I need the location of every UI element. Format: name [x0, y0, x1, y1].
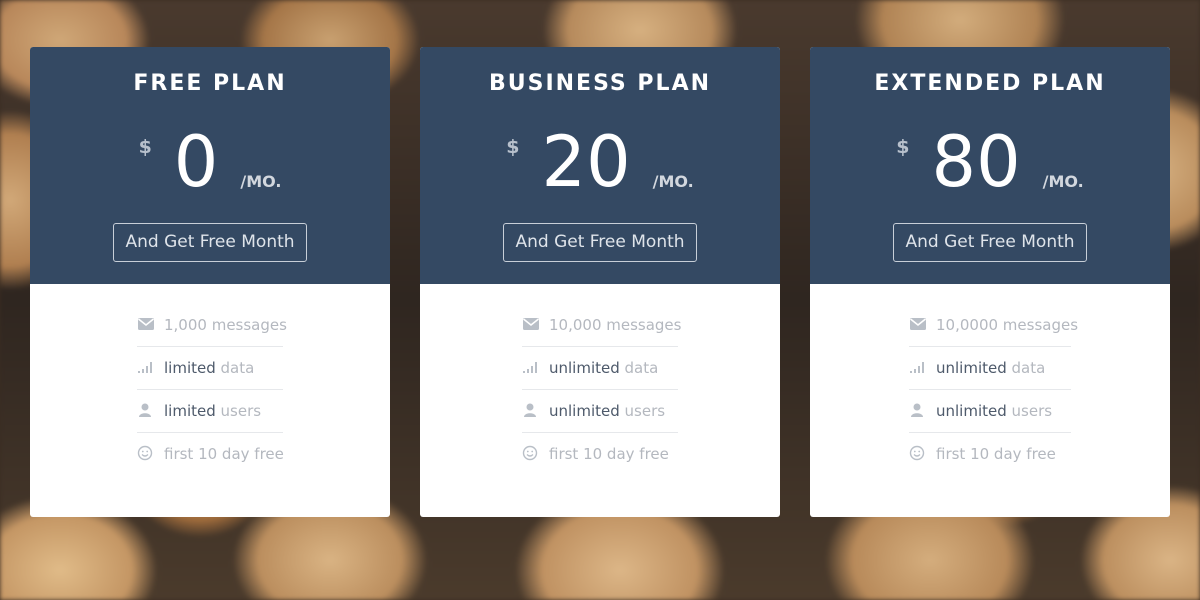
feature-text: data: [619, 359, 659, 377]
feature-highlight: unlimited: [936, 402, 1007, 420]
plan-name: EXTENDED PLAN: [874, 71, 1106, 96]
feature-trial: first 10 day free: [522, 433, 678, 475]
smiley-icon: [137, 445, 155, 461]
signal-bars-icon: [909, 359, 927, 375]
feature-list: 1,000 messages limited data limited user…: [137, 304, 287, 475]
envelope-icon: [909, 316, 927, 332]
feature-text: first 10 day free: [936, 445, 1056, 463]
user-icon: [522, 402, 540, 418]
price: $20/MO.: [420, 122, 780, 202]
user-icon: [137, 402, 155, 418]
feature-text: first 10 day free: [164, 445, 284, 463]
feature-text: 10,000 messages: [549, 316, 682, 334]
feature-trial: first 10 day free: [909, 433, 1071, 475]
get-free-month-button[interactable]: And Get Free Month: [113, 223, 307, 262]
price-period: /MO.: [240, 172, 282, 191]
pricing-card-business: BUSINESS PLAN $20/MO. And Get Free Month…: [420, 47, 780, 517]
feature-highlight: limited: [164, 359, 216, 377]
pricing-card-header: EXTENDED PLAN $80/MO. And Get Free Month: [810, 47, 1170, 284]
envelope-icon: [522, 316, 540, 332]
smiley-icon: [909, 445, 927, 461]
price: $80/MO.: [810, 122, 1170, 202]
feature-data: limited data: [137, 347, 283, 390]
feature-text: users: [1006, 402, 1053, 420]
smiley-icon: [522, 445, 540, 461]
signal-bars-icon: [137, 359, 155, 375]
envelope-icon: [137, 316, 155, 332]
feature-messages: 10,000 messages: [522, 304, 682, 347]
feature-highlight: unlimited: [549, 359, 620, 377]
pricing-card-header: BUSINESS PLAN $20/MO. And Get Free Month: [420, 47, 780, 284]
user-icon: [909, 402, 927, 418]
plan-name: BUSINESS PLAN: [488, 71, 712, 96]
feature-data: unlimited data: [909, 347, 1071, 390]
plan-name: FREE PLAN: [133, 71, 287, 96]
price-amount: 20: [541, 121, 631, 203]
pricing-card-free: FREE PLAN $0/MO. And Get Free Month 1,00…: [30, 47, 390, 517]
get-free-month-button[interactable]: And Get Free Month: [893, 223, 1087, 262]
feature-trial: first 10 day free: [137, 433, 284, 475]
feature-data: unlimited data: [522, 347, 678, 390]
feature-highlight: limited: [164, 402, 216, 420]
feature-text: 1,000 messages: [164, 316, 287, 334]
signal-bars-icon: [522, 359, 540, 375]
pricing-card-header: FREE PLAN $0/MO. And Get Free Month: [30, 47, 390, 284]
get-free-month-button[interactable]: And Get Free Month: [503, 223, 697, 262]
feature-highlight: unlimited: [936, 359, 1007, 377]
currency-symbol: $: [896, 136, 910, 158]
feature-list: 10,0000 messages unlimited data unlimite…: [909, 304, 1078, 475]
feature-messages: 10,0000 messages: [909, 304, 1078, 347]
feature-users: limited users: [137, 390, 283, 433]
feature-highlight: unlimited: [549, 402, 620, 420]
pricing-plans: FREE PLAN $0/MO. And Get Free Month 1,00…: [30, 47, 1170, 517]
feature-users: unlimited users: [909, 390, 1071, 433]
feature-text: 10,0000 messages: [936, 316, 1079, 334]
currency-symbol: $: [138, 136, 152, 158]
price-amount: 0: [173, 121, 219, 203]
feature-text: first 10 day free: [549, 445, 669, 463]
currency-symbol: $: [506, 136, 520, 158]
pricing-card-extended: EXTENDED PLAN $80/MO. And Get Free Month…: [810, 47, 1170, 517]
price-period: /MO.: [1042, 172, 1084, 191]
price-period: /MO.: [652, 172, 694, 191]
feature-messages: 1,000 messages: [137, 304, 287, 347]
feature-users: unlimited users: [522, 390, 678, 433]
feature-text: data: [1006, 359, 1046, 377]
price-amount: 80: [931, 121, 1021, 203]
price: $0/MO.: [30, 122, 390, 202]
feature-text: users: [215, 402, 262, 420]
feature-list: 10,000 messages unlimited data unlimited…: [522, 304, 682, 475]
feature-text: users: [619, 402, 666, 420]
feature-text: data: [215, 359, 255, 377]
